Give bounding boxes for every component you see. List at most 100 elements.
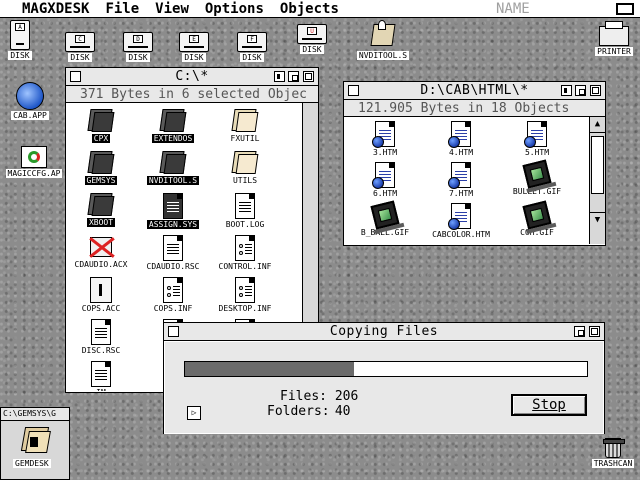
expand-options-icon[interactable]: ▷ (187, 406, 201, 420)
close-box[interactable] (70, 71, 81, 82)
file-item[interactable]: 3.HTM (348, 121, 422, 158)
refresh-icon (21, 146, 47, 168)
file-item[interactable]: NVDITOOL.S (138, 151, 208, 186)
iconified-window[interactable]: C:\GEMSYS\G GEMDESK (0, 407, 70, 480)
copy-progress-bar (184, 361, 588, 377)
file-name: 4.HTM (448, 148, 474, 157)
iconify-box[interactable] (574, 326, 585, 337)
file-item[interactable]: 4.HTM (424, 121, 498, 158)
close-box[interactable] (168, 326, 179, 337)
drive-u-icon[interactable]: U DISK (284, 24, 340, 55)
html-document-icon (448, 203, 471, 230)
image-file-icon (522, 200, 557, 234)
scroll-thumb[interactable] (591, 136, 604, 194)
menu-objects[interactable]: Objects (272, 0, 347, 18)
apple-menu[interactable] (0, 0, 20, 18)
file-name: DESKTOP.INF (218, 304, 272, 313)
file-item[interactable]: 5.HTM (500, 121, 574, 158)
file-item[interactable]: DESKTOP.INF (210, 277, 280, 314)
window-titlebar[interactable]: C:\* (66, 68, 318, 86)
drive-d-icon[interactable]: D DISK (110, 32, 166, 63)
file-item[interactable]: CDAUDIO.ACX (66, 235, 136, 270)
document-icon (163, 235, 183, 261)
file-item[interactable]: ASSIGN.SYS (138, 193, 208, 230)
backdrop-box[interactable] (288, 71, 299, 82)
drive-c-icon[interactable]: C DISK (52, 32, 108, 63)
cab-app-icon[interactable]: CAB.APP (2, 82, 58, 121)
file-item[interactable]: COPS.ACC (66, 277, 136, 314)
stop-button[interactable]: Stop (511, 394, 587, 416)
file-item[interactable]: GEMSYS (66, 151, 136, 186)
printer-label: PRINTER (595, 47, 633, 56)
close-box[interactable] (348, 85, 359, 96)
dialog-titlebar[interactable]: Copying Files (164, 323, 604, 341)
trashcan[interactable]: TRASHCAN (590, 438, 636, 469)
file-item[interactable]: COH.GIF (500, 200, 574, 238)
file-item[interactable]: UTILS (210, 151, 280, 186)
drive-a-icon[interactable]: A DISK (0, 20, 48, 61)
printer-icon[interactable]: PRINTER (588, 21, 640, 57)
hard-disk-icon: F (237, 32, 267, 52)
drive-label: DISK (300, 45, 324, 54)
document-icon (163, 193, 183, 219)
gemdesk-folder-icon (19, 427, 51, 455)
hard-disk-icon: E (179, 32, 209, 52)
file-item[interactable]: COPS.INF (138, 277, 208, 314)
vertical-scrollbar[interactable]: ▲ ▼ (589, 117, 605, 244)
fuller-box[interactable] (589, 326, 600, 337)
file-item[interactable]: BULLET.GIF (500, 159, 574, 197)
scroll-down-arrow-icon[interactable]: ▼ (590, 212, 605, 228)
file-name: UTILS (232, 176, 258, 185)
menu-file[interactable]: File (97, 0, 147, 18)
drive-f-icon[interactable]: F DISK (224, 32, 280, 63)
html-document-icon (448, 162, 471, 189)
scroll-up-arrow-icon[interactable]: ▲ (590, 117, 605, 133)
file-item[interactable]: CDAUDIO.RSC (138, 235, 208, 272)
file-item[interactable]: B_BALL.GIF (348, 200, 422, 238)
file-name: IM (94, 388, 108, 391)
settings-file-icon (235, 235, 255, 261)
fuller-box[interactable] (590, 85, 601, 96)
backdrop-box[interactable] (575, 85, 586, 96)
html-document-icon (372, 162, 395, 189)
trashcan-label: TRASHCAN (591, 459, 635, 468)
menu-view[interactable]: View (147, 0, 197, 18)
html-document-icon (524, 121, 547, 148)
fuller-box[interactable] (303, 71, 314, 82)
window-cab-html: D:\CAB\HTML\* 121.905 Bytes in 18 Object… (343, 81, 606, 246)
window-titlebar[interactable]: D:\CAB\HTML\* (344, 82, 605, 100)
file-item[interactable]: DISC.RSC (66, 319, 136, 356)
progress-fill (185, 362, 354, 376)
file-item[interactable]: 7.HTM (424, 162, 498, 199)
nvditool-icon[interactable]: NVDITOOL.S (350, 20, 416, 61)
file-item[interactable]: IM (66, 361, 136, 391)
menu-bar: MAGXDESK File View Options Objects NAME (0, 0, 640, 18)
magiccfg-icon[interactable]: MAGICCFG.AP (2, 146, 66, 179)
document-icon (235, 193, 255, 219)
window-switch-icon[interactable] (616, 3, 634, 15)
file-item[interactable]: BOOT.LOG (210, 193, 280, 230)
globe-icon (16, 82, 44, 110)
file-item[interactable]: CONTROL.INF (210, 235, 280, 272)
iconify-box[interactable] (274, 71, 285, 82)
file-item[interactable]: XBOOT (66, 193, 136, 228)
file-item[interactable]: FXUTIL (210, 109, 280, 144)
file-name: COPS.INF (153, 304, 193, 313)
copy-dialog: Copying Files Files: 206 Folders: 40 ▷ S… (163, 322, 605, 434)
file-name: ASSIGN.SYS (146, 220, 200, 229)
settings-file-icon (163, 277, 183, 303)
window-title: C:\* (169, 69, 215, 84)
iconify-box[interactable] (561, 85, 572, 96)
file-item[interactable]: CPX (66, 109, 136, 144)
window-info-line: 371 Bytes in 6 selected Objec (66, 86, 318, 103)
file-item[interactable]: CABCOLOR.HTM (424, 203, 498, 240)
stop-label: Stop (532, 397, 566, 413)
menu-options[interactable]: Options (197, 0, 272, 18)
file-item[interactable]: 6.HTM (348, 162, 422, 199)
file-name: XBOOT (86, 218, 116, 227)
file-item[interactable]: EXTENDOS (138, 109, 208, 144)
drive-e-icon[interactable]: E DISK (166, 32, 222, 63)
menu-app[interactable]: MAGXDESK (20, 0, 97, 18)
folder-icon (87, 109, 115, 133)
folder-icon (231, 151, 259, 175)
